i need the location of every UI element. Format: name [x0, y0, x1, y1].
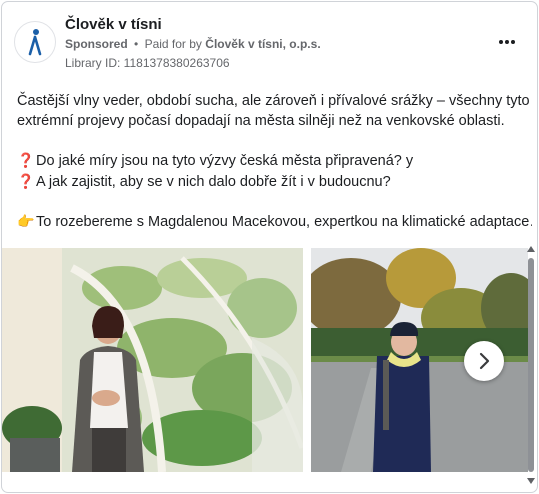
question-text: Do jaké míry jsou na tyto výzvy česká mě…	[36, 153, 414, 169]
organization-logo-icon	[28, 29, 42, 56]
chevron-right-icon	[479, 352, 490, 370]
scroll-up-arrow-icon[interactable]	[526, 246, 536, 254]
page-name-link[interactable]: Člověk v tísni	[65, 16, 162, 33]
scrollbar-thumb[interactable]	[528, 258, 534, 472]
pointing-hand-icon: 👉	[17, 213, 35, 229]
more-dot	[505, 40, 509, 44]
paid-for-label: Paid for by	[144, 37, 202, 51]
post-paragraph: Častější vlny veder, období sucha, ale z…	[17, 93, 530, 129]
library-id: Library ID: 1181378380263706	[65, 56, 230, 70]
question-mark-icon: ❓	[17, 152, 35, 168]
page-avatar[interactable]	[14, 21, 56, 63]
payer-link[interactable]: Člověk v tísni, o.p.s.	[205, 37, 320, 51]
carousel-next-button[interactable]	[464, 341, 504, 381]
scroll-down-arrow-icon[interactable]	[526, 478, 536, 486]
teaser-text: To rozebereme s Magdalenou Macekovou, ex…	[36, 214, 532, 230]
more-dot	[511, 40, 515, 44]
question-line: ❓ Do jaké míry jsou na tyto výzvy česká m…	[17, 150, 532, 171]
sponsored-label: Sponsored	[65, 37, 128, 51]
ad-card: Člověk v tísni Sponsored • Paid for by Č…	[1, 1, 538, 493]
question-text: A jak zajistit, aby se v nich dalo dobře…	[36, 174, 391, 190]
more-horizontal-icon	[499, 40, 503, 44]
image-carousel[interactable]	[2, 248, 537, 472]
teaser-line: 👉 To rozebereme s Magdalenou Macekovou, e…	[17, 211, 532, 232]
sponsored-line: Sponsored • Paid for by Člověk v tísni, …	[65, 37, 321, 51]
vertical-scrollbar[interactable]	[526, 244, 536, 488]
question-mark-icon: ❓	[17, 173, 35, 189]
separator-dot: •	[134, 37, 139, 51]
more-options-button[interactable]	[495, 32, 519, 52]
post-body: Častější vlny veder, období sucha, ale z…	[17, 91, 532, 232]
question-line: ❓ A jak zajistit, aby se v nich dalo dobř…	[17, 171, 532, 192]
woman-in-front-of-map-mural-photo[interactable]	[2, 248, 303, 472]
